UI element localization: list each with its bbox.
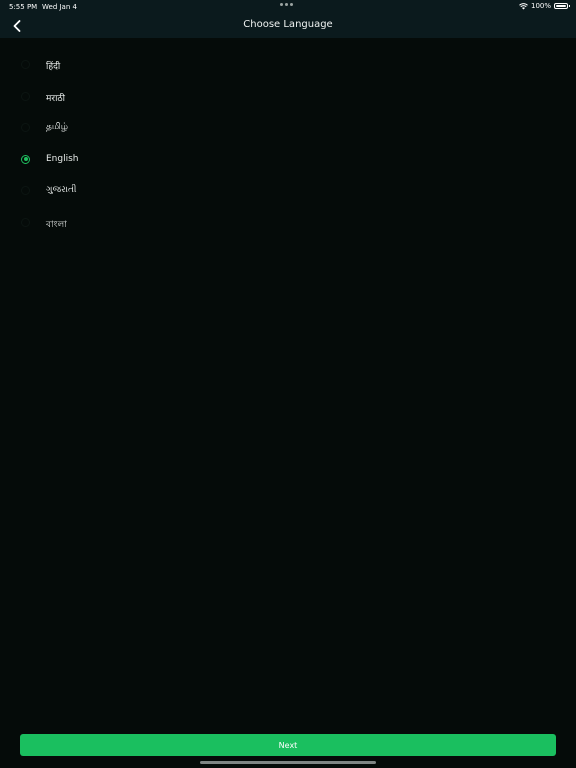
home-indicator[interactable] [200, 761, 376, 764]
status-date: Wed Jan 4 [42, 3, 77, 11]
language-list: हिंदी मराठी தமிழ் English ગુજરાતી বাংলা [0, 50, 576, 239]
header: 5:55 PM Wed Jan 4 100% Choose Language [0, 0, 576, 38]
radio-button-selected[interactable] [21, 154, 30, 164]
language-label: English [46, 153, 79, 164]
radio-button[interactable] [21, 91, 30, 101]
language-option-hindi[interactable]: हिंदी [0, 50, 576, 82]
radio-button[interactable] [21, 123, 30, 132]
radio-button[interactable] [21, 186, 30, 195]
language-label: मराठी [46, 93, 65, 104]
multitasking-dots-icon[interactable] [280, 3, 293, 6]
language-label: বাংলা [46, 219, 67, 230]
wifi-icon [519, 2, 528, 9]
status-bar: 5:55 PM Wed Jan 4 100% [0, 0, 576, 14]
language-option-bengali[interactable]: বাংলা [0, 208, 576, 240]
radio-button[interactable] [21, 217, 30, 227]
next-button[interactable]: Next [20, 734, 556, 756]
radio-dot [23, 157, 28, 161]
language-label: தமிழ் [46, 122, 68, 132]
battery-percentage: 100% [530, 2, 551, 10]
page-title: Choose Language [243, 19, 333, 30]
language-option-gujarati[interactable]: ગુજરાતી [0, 176, 576, 208]
language-label: ગુજરાતી [46, 185, 77, 195]
language-option-marathi[interactable]: मराठी [0, 82, 576, 114]
language-option-tamil[interactable]: தமிழ் [0, 113, 576, 145]
status-time: 5:55 PM [9, 3, 38, 11]
language-option-english[interactable]: English [0, 145, 576, 177]
radio-button[interactable] [21, 60, 30, 69]
language-label: हिंदी [46, 62, 61, 72]
nav-bar: Choose Language [0, 14, 576, 38]
battery-fill [556, 5, 566, 7]
status-indicators: 100% [519, 2, 570, 10]
battery-icon [554, 3, 570, 9]
